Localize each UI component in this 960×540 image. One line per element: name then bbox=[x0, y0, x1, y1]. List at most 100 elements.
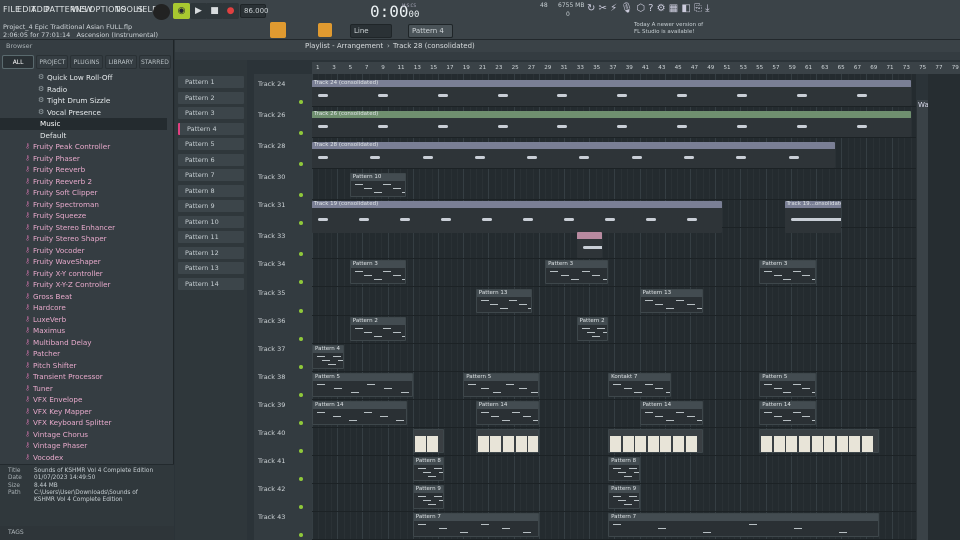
browser-item[interactable]: Fruity Spectroman bbox=[0, 199, 167, 211]
track-name[interactable]: Track 31 bbox=[258, 201, 285, 209]
news-panel[interactable]: Today A newer version of FL Studio is ava… bbox=[634, 22, 703, 36]
track-name[interactable]: Track 40 bbox=[258, 429, 285, 437]
note-clip[interactable] bbox=[759, 429, 879, 453]
browser-tab-starred[interactable]: STARRED bbox=[138, 55, 172, 69]
pattern-clip[interactable]: Pattern 5 bbox=[759, 373, 816, 397]
stop-button[interactable]: ■ bbox=[206, 3, 223, 19]
browser-item[interactable]: Fruity X-Y controller bbox=[0, 268, 167, 280]
browser-item[interactable]: Patcher bbox=[0, 348, 167, 360]
pattern-clip[interactable]: Pattern 7 bbox=[412, 513, 539, 537]
pattern-item[interactable]: Pattern 5 bbox=[178, 138, 244, 150]
pattern-clip[interactable]: Pattern 8 bbox=[608, 457, 640, 481]
track-name[interactable]: Track 26 bbox=[258, 111, 285, 119]
track-active-dot[interactable] bbox=[299, 421, 303, 425]
snap-select[interactable]: Line bbox=[350, 24, 392, 38]
pattern-clip[interactable]: Pattern 3 bbox=[349, 260, 407, 284]
track-active-dot[interactable] bbox=[299, 365, 303, 369]
browser-item[interactable]: Transient Processor bbox=[0, 371, 167, 383]
browser-item[interactable]: Vocal Presence bbox=[0, 107, 167, 119]
pattern-item[interactable]: Pattern 9 bbox=[178, 200, 244, 212]
audio-clip[interactable]: Track 19 (consolidated) bbox=[312, 201, 722, 233]
track-active-dot[interactable] bbox=[299, 533, 303, 537]
audio-clip[interactable]: Track 26 (consolidated) bbox=[312, 111, 911, 137]
pattern-clip[interactable]: Pattern 9 bbox=[412, 485, 445, 509]
pattern-clip[interactable]: Pattern 13 bbox=[639, 289, 703, 313]
toolbar-icons[interactable]: ↻ ✂ ⚡ 🎙 ⬡ ? ⚙ ▦ ◧ ⎘ ⤓ bbox=[587, 3, 710, 14]
pattern-item[interactable]: Pattern 1 bbox=[178, 76, 244, 88]
track-name[interactable]: Track 37 bbox=[258, 345, 285, 353]
browser-item[interactable]: Fruity Soft Clipper bbox=[0, 187, 167, 199]
track-active-dot[interactable] bbox=[299, 337, 303, 341]
browser-item[interactable]: Vintage Chorus bbox=[0, 429, 167, 441]
browser-item[interactable]: Gross Beat bbox=[0, 291, 167, 303]
pattern-clip[interactable]: Pattern 7 bbox=[608, 513, 879, 537]
browser-item[interactable]: Fruity Stereo Enhancer bbox=[0, 222, 167, 234]
pattern-clip[interactable]: Pattern 3 bbox=[545, 260, 609, 284]
track-active-dot[interactable] bbox=[299, 162, 303, 166]
audio-clip[interactable]: Track 28 (consolidated) bbox=[312, 142, 835, 168]
browser-item[interactable]: Maximus bbox=[0, 325, 167, 337]
browser-tab-project[interactable]: PROJECT bbox=[36, 55, 69, 69]
browser-item[interactable]: VFX Keyboard Splitter bbox=[0, 417, 167, 429]
browser-item[interactable]: Default bbox=[0, 130, 167, 142]
browser-item[interactable]: Radio bbox=[0, 84, 167, 96]
pattern-clip[interactable]: Pattern 9 bbox=[608, 485, 640, 509]
pattern-select[interactable]: Pattern 4 bbox=[408, 24, 453, 38]
browser-tab-plugins[interactable]: PLUGINS bbox=[70, 55, 103, 69]
playlist-current-track[interactable]: Track 28 (consolidated) bbox=[393, 40, 475, 52]
track-name[interactable]: Track 36 bbox=[258, 317, 285, 325]
tags-bar[interactable]: TAGS bbox=[0, 526, 174, 540]
pattern-snap-button[interactable] bbox=[270, 22, 286, 38]
timeline-ruler[interactable]: 1 3 5 7 9 11 13 15 17 19 21 23 25 27 29 31 33 35 37 39 41 43 4… bbox=[312, 62, 960, 74]
track-name[interactable]: Track 24 bbox=[258, 80, 285, 88]
browser-item[interactable]: Fruity X-Y-Z Controller bbox=[0, 279, 167, 291]
browser-item[interactable]: VFX Key Mapper bbox=[0, 406, 167, 418]
tempo-display[interactable]: 86.000 bbox=[240, 4, 269, 18]
pattern-clip[interactable]: Pattern 14 bbox=[639, 401, 703, 425]
track-name[interactable]: Track 34 bbox=[258, 260, 285, 268]
track-name[interactable]: Track 35 bbox=[258, 289, 285, 297]
pattern-clip[interactable]: Pattern 10 bbox=[349, 173, 407, 197]
audio-clip[interactable]: Track 24 (consolidated) bbox=[312, 80, 911, 106]
track-active-dot[interactable] bbox=[299, 393, 303, 397]
pattern-item[interactable]: Pattern 4 bbox=[178, 122, 244, 135]
browser-item[interactable]: Fruity Reeverb bbox=[0, 164, 167, 176]
pattern-item[interactable]: Pattern 13 bbox=[178, 262, 244, 274]
note-clip[interactable] bbox=[412, 429, 445, 453]
track-active-dot[interactable] bbox=[299, 309, 303, 313]
pattern-clip[interactable]: Pattern 14 bbox=[759, 401, 816, 425]
track-active-dot[interactable] bbox=[299, 449, 303, 453]
browser-item[interactable]: Vocodex bbox=[0, 452, 167, 464]
browser-item[interactable]: Tight Drum Sizzle bbox=[0, 95, 167, 107]
track-name[interactable]: Track 39 bbox=[258, 401, 285, 409]
pattern-clip[interactable]: Pattern 14 bbox=[312, 401, 407, 425]
track-name[interactable]: Track 43 bbox=[258, 513, 285, 521]
pattern-clip[interactable]: Pattern 3 bbox=[759, 260, 816, 284]
pattern-item[interactable]: Pattern 8 bbox=[178, 184, 244, 197]
mixer-strip[interactable]: Wa bbox=[916, 100, 929, 540]
browser-item[interactable]: Fruity WaveShaper bbox=[0, 256, 167, 268]
browser-item[interactable]: Fruity Peak Controller bbox=[0, 141, 167, 153]
browser-item[interactable]: VFX Envelope bbox=[0, 394, 167, 406]
playlist-grid[interactable]: Track 24 (consolidated) Track 26 (consoli… bbox=[312, 74, 916, 540]
track-name[interactable]: Track 41 bbox=[258, 457, 285, 465]
note-clip[interactable] bbox=[608, 429, 703, 453]
pattern-item[interactable]: Pattern 6 bbox=[178, 153, 244, 166]
browser-item[interactable]: Multiband Delay bbox=[0, 337, 167, 349]
browser-item[interactable]: Fruity Vocoder bbox=[0, 245, 167, 257]
pattern-clip[interactable]: Kontakt 7 bbox=[608, 373, 672, 397]
browser-item[interactable]: Tuner bbox=[0, 383, 167, 395]
pattern-clip[interactable]: Pattern 2 bbox=[576, 317, 609, 341]
browser-item[interactable]: Quick Low Roll-Off bbox=[0, 72, 167, 84]
pattern-clip[interactable]: Pattern 5 bbox=[312, 373, 413, 397]
browser-item[interactable]: Hardcore bbox=[0, 302, 167, 314]
pattern-clip[interactable]: Pattern 8 bbox=[412, 457, 445, 481]
audio-clip[interactable]: Track 19...onsolidated) bbox=[784, 201, 842, 233]
browser-item[interactable]: LuxeVerb bbox=[0, 314, 167, 326]
pattern-item[interactable]: Pattern 2 bbox=[178, 91, 244, 104]
track-name[interactable]: Track 30 bbox=[258, 173, 285, 181]
track-active-dot[interactable] bbox=[299, 131, 303, 135]
track-active-dot[interactable] bbox=[299, 477, 303, 481]
playlist-breadcrumb[interactable]: Playlist - Arrangement bbox=[305, 40, 383, 52]
browser-item[interactable]: Fruity Squeeze bbox=[0, 210, 167, 222]
